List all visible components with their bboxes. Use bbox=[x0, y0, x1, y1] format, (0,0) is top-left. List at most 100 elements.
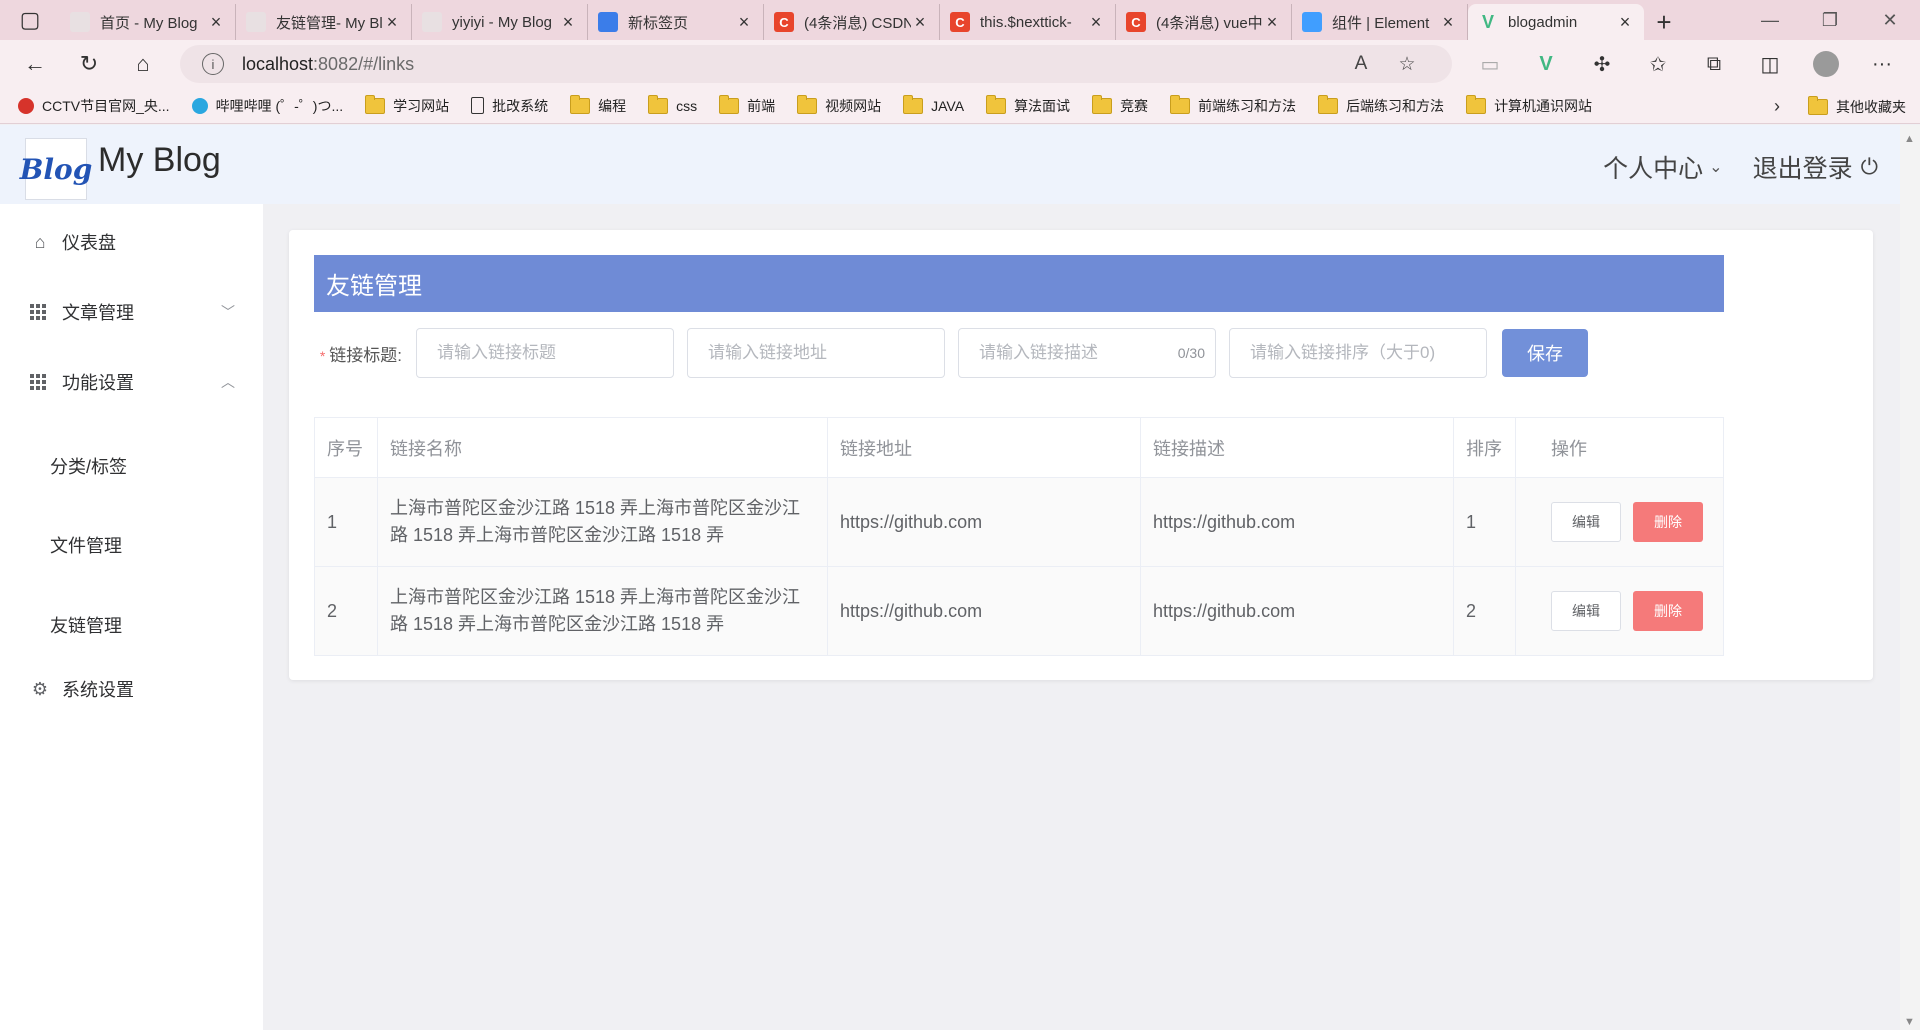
sidebar-item-files[interactable]: 文件管理 bbox=[0, 517, 263, 573]
bookmark-item[interactable]: 前端练习和方法 bbox=[1170, 94, 1297, 116]
browser-tab[interactable]: 友链管理- My Blog× bbox=[236, 4, 412, 40]
link-url-input[interactable] bbox=[708, 343, 924, 363]
cell-sort: 2 bbox=[1453, 566, 1516, 656]
browser-tab[interactable]: C (4条消息) CSDN × bbox=[764, 4, 940, 40]
link-desc-field[interactable]: 0/30 bbox=[958, 328, 1216, 378]
folder-icon bbox=[1466, 94, 1487, 114]
more-bookmarks-icon[interactable]: › bbox=[1774, 96, 1780, 117]
browser-tab[interactable]: C (4条消息) vue中 × bbox=[1116, 4, 1292, 40]
required-mark: * bbox=[319, 347, 326, 364]
bookmark-item[interactable]: 前端 bbox=[719, 94, 775, 116]
tab-title: yiyiyi - My Blog bbox=[452, 13, 553, 31]
browser-tab[interactable]: Cthis.$nexttick- × bbox=[940, 4, 1116, 40]
chevron-down-icon[interactable]: ⌄ bbox=[1709, 157, 1722, 177]
link-title-field[interactable] bbox=[416, 328, 674, 378]
sidebar-item-links[interactable]: 友链管理 bbox=[0, 597, 263, 653]
sidebar: ⌂ 仪表盘 文章管理 ﹀ 功能设置 ︿ 分类/标签 文件管理 友链管理 ⚙ 系统… bbox=[0, 204, 263, 1030]
site-info-icon[interactable]: i bbox=[202, 53, 224, 75]
bookmark-item[interactable]: 计算机通识网站 bbox=[1466, 94, 1592, 116]
browser-tab[interactable]: 组件 | Element × bbox=[1292, 4, 1468, 40]
bookmark-item[interactable]: 算法面试 bbox=[986, 94, 1070, 116]
refresh-icon[interactable]: ↻ bbox=[62, 44, 116, 84]
link-url-field[interactable] bbox=[687, 328, 945, 378]
logout-button[interactable]: 退出登录 bbox=[1753, 149, 1853, 185]
bookmark-item[interactable]: 后端练习和方法 bbox=[1318, 94, 1445, 116]
scroll-up-icon[interactable]: ▲ bbox=[1904, 133, 1915, 145]
bookmark-item[interactable]: css bbox=[648, 94, 697, 114]
link-sort-input[interactable] bbox=[1250, 343, 1466, 363]
browser-tab[interactable]: 新标签页 × bbox=[588, 4, 764, 40]
close-window-icon[interactable]: ✕ bbox=[1860, 0, 1920, 40]
browser-tab[interactable]: 首页 - My Blog × bbox=[60, 4, 236, 40]
close-tab-icon[interactable]: × bbox=[1616, 12, 1634, 33]
favorites-icon[interactable]: ✩ bbox=[1630, 44, 1686, 84]
other-favorites-label: 其他收藏夹 bbox=[1836, 99, 1906, 115]
cell-actions: 编辑 删除 bbox=[1515, 566, 1724, 656]
delete-button[interactable]: 删除 bbox=[1633, 502, 1703, 542]
bookmark-label: 哔哩哔哩 (゜-゜)つ... bbox=[215, 97, 344, 114]
personal-center-menu[interactable]: 个人中心 bbox=[1603, 149, 1703, 185]
close-tab-icon[interactable]: × bbox=[1439, 12, 1457, 33]
sidebar-item-label: 文件管理 bbox=[50, 536, 122, 556]
vue-devtools-icon[interactable]: V bbox=[1518, 44, 1574, 84]
close-tab-icon[interactable]: × bbox=[735, 12, 753, 33]
close-tab-icon[interactable]: × bbox=[911, 12, 929, 33]
new-tab-button[interactable]: + bbox=[1644, 4, 1684, 40]
power-icon[interactable]: ⏻ bbox=[1861, 154, 1878, 180]
bookmark-item[interactable]: 视频网站 bbox=[797, 94, 881, 116]
profile-avatar[interactable] bbox=[1798, 44, 1854, 84]
table-header-row: 序号 链接名称 链接地址 链接描述 排序 操作 bbox=[314, 417, 1724, 478]
browser-tab[interactable]: yiyiyi - My Blog × bbox=[412, 4, 588, 40]
close-tab-icon[interactable]: × bbox=[383, 12, 401, 33]
cell-name: 上海市普陀区金沙江路 1518 弄上海市普陀区金沙江路 1518 弄上海市普陀区… bbox=[377, 566, 828, 656]
tab-actions-icon[interactable]: ▢ bbox=[0, 0, 60, 40]
close-tab-icon[interactable]: × bbox=[207, 12, 225, 33]
close-tab-icon[interactable]: × bbox=[559, 12, 577, 33]
url-text[interactable]: localhost:8082/#/links bbox=[242, 54, 1338, 75]
back-icon[interactable]: ← bbox=[8, 44, 62, 84]
link-desc-input[interactable] bbox=[979, 343, 1195, 363]
sidebar-item-dashboard[interactable]: ⌂ 仪表盘 bbox=[0, 214, 263, 270]
bookmark-item[interactable]: 哔哩哔哩 (゜-゜)つ... bbox=[191, 96, 344, 116]
scroll-down-icon[interactable]: ▼ bbox=[1904, 1016, 1915, 1028]
edit-button[interactable]: 编辑 bbox=[1551, 502, 1621, 542]
app-available-icon[interactable]: ▭ bbox=[1462, 44, 1518, 84]
bookmark-item[interactable]: JAVA bbox=[903, 94, 964, 114]
extensions-icon[interactable]: ✣ bbox=[1574, 44, 1630, 84]
sidebar-item-system[interactable]: ⚙ 系统设置 bbox=[0, 661, 263, 717]
close-tab-icon[interactable]: × bbox=[1263, 12, 1281, 33]
col-url: 链接地址 bbox=[827, 417, 1141, 478]
bookmark-label: 后端练习和方法 bbox=[1346, 97, 1445, 114]
close-tab-icon[interactable]: × bbox=[1087, 12, 1105, 33]
link-title-input[interactable] bbox=[437, 343, 653, 363]
tab-favicon-icon bbox=[598, 12, 618, 32]
other-favorites[interactable]: 其他收藏夹 bbox=[1808, 96, 1906, 117]
link-sort-field[interactable] bbox=[1229, 328, 1487, 378]
tab-favicon-icon: C bbox=[1126, 12, 1146, 32]
sidebar-item-category-tag[interactable]: 分类/标签 bbox=[0, 438, 263, 494]
browser-tab[interactable]: Vblogadmin × bbox=[1468, 4, 1644, 40]
address-bar[interactable]: i localhost:8082/#/links A ☆ bbox=[180, 45, 1452, 83]
minimize-icon[interactable]: — bbox=[1740, 0, 1800, 40]
delete-button[interactable]: 删除 bbox=[1633, 591, 1703, 631]
bookmark-item[interactable]: 学习网站 bbox=[365, 94, 449, 116]
add-favorite-icon[interactable]: ☆ bbox=[1384, 53, 1430, 76]
more-menu-icon[interactable]: ··· bbox=[1854, 44, 1910, 84]
edit-button[interactable]: 编辑 bbox=[1551, 591, 1621, 631]
save-button[interactable]: 保存 bbox=[1502, 329, 1588, 377]
home-icon[interactable]: ⌂ bbox=[116, 44, 170, 84]
bookmark-label: 前端练习和方法 bbox=[1198, 97, 1297, 114]
page-scrollbar[interactable]: ▲ ▼ bbox=[1900, 125, 1920, 1030]
site-favicon-icon bbox=[18, 97, 34, 114]
restore-icon[interactable]: ❐ bbox=[1800, 0, 1860, 40]
bookmark-item[interactable]: CCTV节目官网_央... bbox=[18, 96, 170, 116]
collections-icon[interactable]: ⧉ bbox=[1686, 44, 1742, 84]
browser-essentials-icon[interactable]: ◫ bbox=[1742, 44, 1798, 84]
bookmark-item[interactable]: 批改系统 bbox=[471, 96, 548, 116]
sidebar-item-features[interactable]: 功能设置 ︿ bbox=[0, 354, 263, 410]
bookmark-item[interactable]: 编程 bbox=[570, 94, 626, 116]
grid-icon bbox=[30, 304, 50, 320]
sidebar-item-articles[interactable]: 文章管理 ﹀ bbox=[0, 284, 263, 340]
read-aloud-icon[interactable]: A bbox=[1338, 53, 1384, 75]
bookmark-item[interactable]: 竞赛 bbox=[1092, 94, 1148, 116]
